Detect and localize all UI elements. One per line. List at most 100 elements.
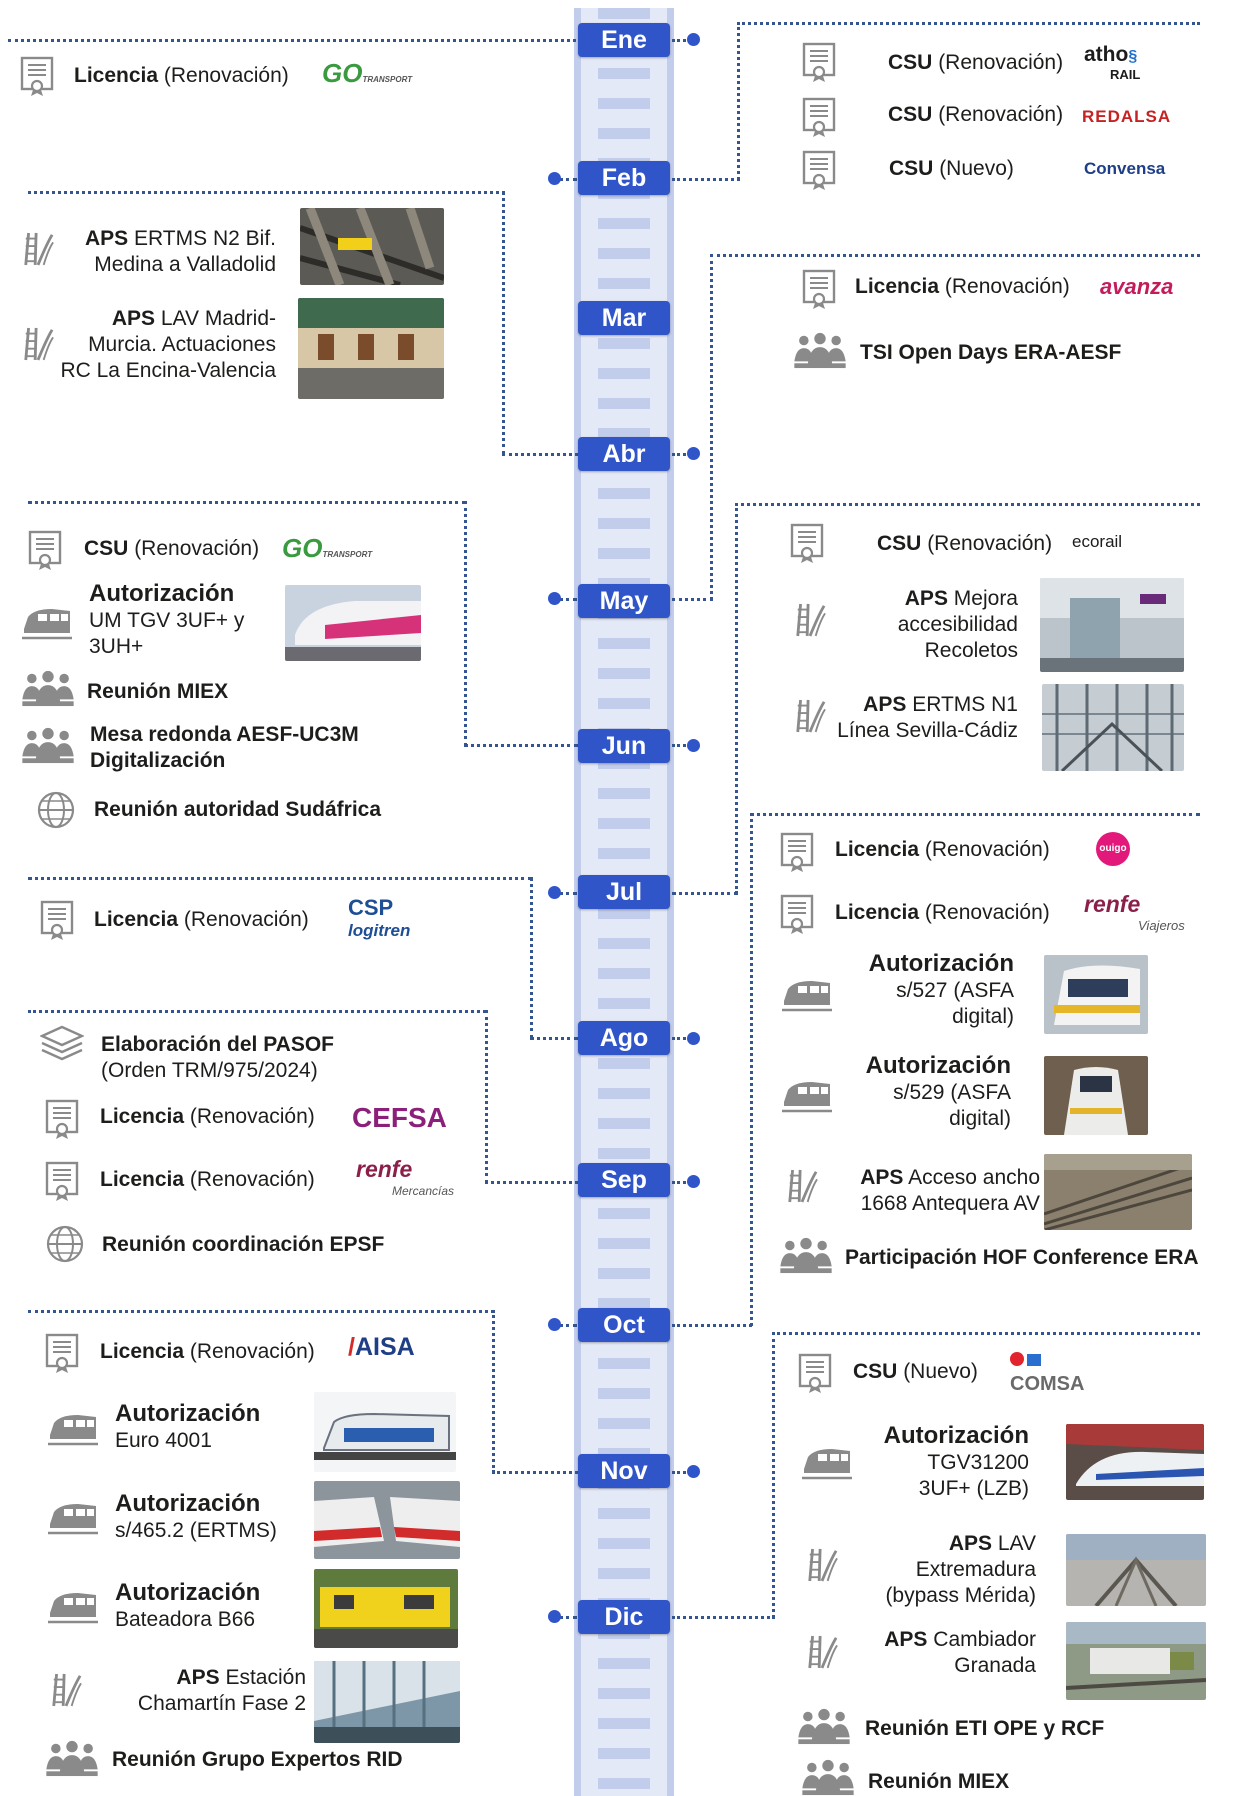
oct-reunion-eti: Reunión ETI OPE y RCF [865, 1717, 1105, 1740]
avanza-logo: avanza [1100, 274, 1174, 299]
month-feb: Feb [578, 161, 670, 195]
certificate-icon [40, 900, 74, 940]
ene-csu-redalsa: CSU (Renovación) [888, 103, 1064, 126]
sep-licencia-aisa: Licencia (Renovación) [100, 1340, 315, 1363]
rail-icon [806, 1632, 838, 1670]
photo-granada-changer [1066, 1622, 1206, 1700]
train-icon [48, 1587, 98, 1627]
certificate-icon [802, 42, 836, 82]
month-may: May [578, 584, 670, 618]
group-icon [798, 1707, 850, 1745]
month-sep: Sep [578, 1163, 670, 1197]
train-icon [22, 603, 72, 643]
photo-locomotive-euro [314, 1392, 456, 1472]
mar-licencia-avanza: Licencia (Renovación) [855, 275, 1070, 298]
month-dic: Dic [578, 1600, 670, 1634]
photo-chamartin-station [314, 1661, 460, 1743]
may-aps-recoletos: APS Mejora accesibilidad Recoletos [897, 587, 1018, 662]
go-transport-logo: GOTRANSPORT [282, 533, 373, 563]
certificate-icon [798, 1353, 832, 1393]
group-icon [794, 331, 846, 369]
abr-mesa-redonda: Mesa redonda AESF-UC3M Digitalización [90, 723, 359, 772]
globe-icon [36, 790, 76, 830]
photo-bateadora [314, 1569, 458, 1648]
sep-autorizacion-bateadora: Autorización Bateadora B66 [115, 1579, 261, 1632]
jul-pasof: Elaboración del PASOF (Orden TRM/975/2024… [101, 1033, 334, 1082]
abr-reunion-sudafrica: Reunión autoridad Sudáfrica [94, 798, 382, 821]
certificate-icon [45, 1099, 79, 1139]
photo-station-platform [298, 298, 444, 399]
month-jun: Jun [578, 729, 670, 763]
renfe-viajeros-logo: renfe Viajeros [1084, 891, 1185, 934]
cefsa-logo: CEFSA [352, 1102, 447, 1133]
jul-aps-antequera: APS Acceso ancho 1668 Antequera AV [860, 1166, 1040, 1215]
may-aps-sevilla: APS ERTMS N1 Línea Sevilla-Cádiz [837, 693, 1018, 742]
jul-autorizacion-529: Autorización s/529 (ASFA digital) [865, 1052, 1011, 1131]
month-jul: Jul [578, 875, 670, 909]
jul-licencia-cefsa: Licencia (Renovación) [100, 1105, 315, 1128]
certificate-icon [802, 269, 836, 309]
month-nov: Nov [578, 1454, 670, 1488]
rail-icon [794, 600, 826, 638]
rail-icon [806, 1545, 838, 1583]
month-oct: Oct [578, 1308, 670, 1342]
photo-tgv-train [285, 585, 421, 661]
train-icon [48, 1498, 98, 1538]
group-icon [780, 1236, 832, 1274]
rail-icon [50, 1670, 82, 1708]
photo-train-529 [1044, 1056, 1148, 1135]
certificate-icon [802, 150, 836, 190]
ene-licencia: Licencia (Renovación) [74, 64, 289, 87]
mar-tsi-open-days: TSI Open Days ERA-AESF [860, 341, 1122, 364]
jul-reunion-epsf: Reunión coordinación EPSF [102, 1233, 385, 1256]
sep-autorizacion-465: Autorización s/465.2 (ERTMS) [115, 1490, 277, 1543]
month-mar: Mar [578, 301, 670, 335]
jul-licencia-renfe-mercancias: Licencia (Renovación) [100, 1168, 315, 1191]
oct-csu-comsa: CSU (Nuevo) [853, 1360, 978, 1383]
sep-autorizacion-euro: Autorización Euro 4001 [115, 1400, 261, 1453]
jul-autorizacion-527: Autorización s/527 (ASFA digital) [868, 950, 1014, 1029]
certificate-icon [780, 832, 814, 872]
sep-aps-chamartin: APS Estación Chamartín Fase 2 [137, 1666, 306, 1715]
sep-reunion-rid: Reunión Grupo Expertos RID [112, 1748, 403, 1771]
ene-csu-convensa: CSU (Nuevo) [889, 157, 1014, 180]
ouigo-logo: ouigo [1096, 832, 1130, 866]
oct-aps-extremadura: APS LAV Extremadura (bypass Mérida) [885, 1532, 1036, 1607]
aisa-logo: /AISA [348, 1333, 415, 1361]
month-ene: Ene [578, 23, 670, 57]
group-icon [46, 1739, 98, 1777]
abr-autorizacion-tgv: Autorización UM TGV 3UF+ y 3UH+ [89, 580, 245, 659]
oct-aps-granada: APS Cambiador Granada [884, 1628, 1036, 1677]
renfe-mercancias-logo: renfe Mercancías [356, 1156, 455, 1199]
group-icon [22, 726, 74, 764]
certificate-icon [45, 1161, 79, 1201]
group-icon [802, 1758, 854, 1796]
csp-logitren-logo: CSP logitren [348, 895, 411, 941]
certificate-icon [780, 894, 814, 934]
redalsa-logo: REDALSA [1082, 107, 1172, 126]
abr-csu: CSU (Renovación) [84, 537, 260, 560]
certificate-icon [20, 56, 54, 96]
oct-autorizacion-tgv31200: Autorización TGV31200 3UF+ (LZB) [883, 1422, 1029, 1501]
oct-reunion-miex: Reunión MIEX [868, 1770, 1010, 1793]
photo-recoletos-station [1040, 578, 1184, 672]
certificate-icon [802, 97, 836, 137]
rail-icon [786, 1166, 818, 1204]
convensa-logo: Convensa [1084, 159, 1166, 178]
stack-icon [40, 1024, 84, 1064]
certificate-icon [45, 1333, 79, 1373]
jul-participacion-hof: Participación HOF Conference ERA [845, 1246, 1199, 1269]
month-ago: Ago [578, 1021, 670, 1055]
jul-licencia-ouigo: Licencia (Renovación) [835, 838, 1050, 861]
ene-csu-atho: CSU (Renovación) [888, 51, 1064, 74]
ecorail-logo: ecorail [1072, 532, 1123, 551]
jun-licencia: Licencia (Renovación) [94, 908, 309, 931]
may-csu-ecorail: CSU (Renovación) [877, 532, 1053, 555]
certificate-icon [790, 523, 824, 563]
jul-licencia-renfe-viajeros: Licencia (Renovación) [835, 901, 1050, 924]
group-icon [22, 669, 74, 707]
atho-rail-logo: atho§ RAIL [1084, 43, 1141, 82]
feb-aps-murcia: APS LAV Madrid- Murcia. Actuaciones RC La … [60, 307, 276, 382]
photo-train-527 [1044, 955, 1148, 1034]
photo-tgv31200 [1066, 1424, 1204, 1500]
